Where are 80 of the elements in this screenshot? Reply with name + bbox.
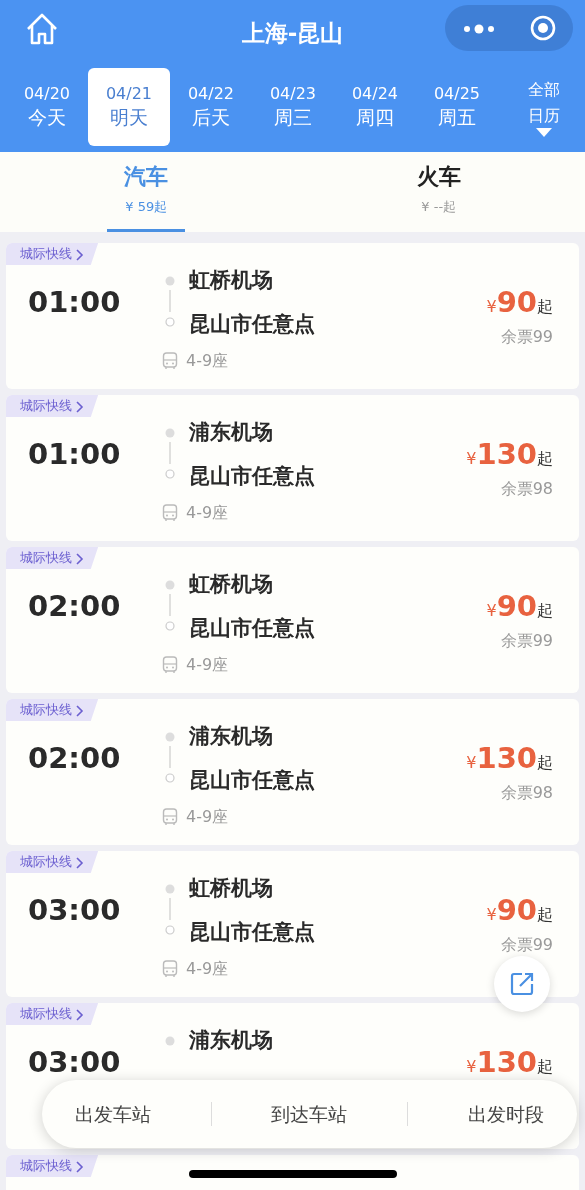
chevron-icon xyxy=(76,248,85,261)
bus-icon xyxy=(162,808,178,826)
close-icon[interactable] xyxy=(528,14,557,42)
seat-count: 4-9座 xyxy=(186,502,229,524)
date-tab[interactable]: 04/21 明天 xyxy=(88,68,170,146)
trip-card[interactable]: 城际快线 02:00 浦东机场 昆山市任意点 4-9座 ¥130起 余票98 xyxy=(6,699,579,845)
transport-tab[interactable]: 汽车 ¥ 59起 xyxy=(107,152,186,232)
route-tag[interactable]: 城际快线 xyxy=(6,243,99,265)
chevron-icon xyxy=(76,856,85,869)
origin-stop: 虹桥机场 xyxy=(189,267,273,294)
route-tag[interactable]: 城际快线 xyxy=(6,547,99,569)
filter-button[interactable]: 出发时段 xyxy=(462,1098,551,1130)
transport-tab[interactable]: 火车 ¥ --起 xyxy=(399,152,478,232)
bus-icon xyxy=(162,352,178,370)
departure-time: 02:00 xyxy=(28,588,121,625)
departure-time: 03:00 xyxy=(28,1044,121,1081)
route-line-drawing xyxy=(164,883,176,937)
tickets-left: 余票99 xyxy=(500,326,553,348)
route-tag[interactable]: 城际快线 xyxy=(6,395,99,417)
bus-icon xyxy=(162,504,178,522)
seat-count: 4-9座 xyxy=(186,350,229,372)
caret-icon xyxy=(536,128,552,138)
route-line-drawing xyxy=(164,731,176,785)
origin-stop: 浦东机场 xyxy=(189,723,273,750)
route-line-drawing xyxy=(164,275,176,329)
route-tag[interactable]: 城际快线 xyxy=(6,1155,99,1177)
chevron-icon xyxy=(76,1008,85,1021)
date-tab[interactable]: 04/23 周三 xyxy=(252,68,334,146)
departure-time: 02:00 xyxy=(28,740,121,777)
chevron-icon xyxy=(76,1160,85,1173)
route-tag[interactable]: 城际快线 xyxy=(6,699,99,721)
departure-time: 01:00 xyxy=(28,436,121,473)
bus-icon xyxy=(162,656,178,674)
trip-card[interactable]: 城际快线 01:00 浦东机场 昆山市任意点 4-9座 ¥130起 余票98 xyxy=(6,395,579,541)
departure-time: 03:00 xyxy=(28,892,121,929)
ticket-price: ¥90起 xyxy=(486,284,553,321)
destination-stop: 昆山市任意点 xyxy=(189,311,315,338)
calendar-button[interactable]: 全部 日历 xyxy=(509,75,579,139)
ticket-price: ¥90起 xyxy=(486,892,553,929)
chevron-icon xyxy=(76,704,85,717)
trip-card[interactable]: 城际快线 02:00 虹桥机场 昆山市任意点 4-9座 ¥90起 余票99 xyxy=(6,547,579,693)
ticket-price: ¥130起 xyxy=(466,1044,553,1081)
ticket-price: ¥130起 xyxy=(466,436,553,473)
route-line-drawing xyxy=(164,1035,176,1046)
tickets-left: 余票99 xyxy=(500,934,553,956)
date-tab[interactable]: 04/20 今天 xyxy=(6,68,88,146)
origin-stop: 浦东机场 xyxy=(189,419,273,446)
filter-button[interactable]: 出发车站 xyxy=(68,1098,157,1130)
route-tag[interactable]: 城际快线 xyxy=(6,1003,99,1025)
seat-count: 4-9座 xyxy=(186,654,229,676)
filter-button[interactable]: 到达车站 xyxy=(265,1098,354,1130)
ticket-price: ¥130起 xyxy=(466,740,553,777)
ticket-price: ¥90起 xyxy=(486,588,553,625)
departure-time: 01:00 xyxy=(28,284,121,321)
chevron-icon xyxy=(76,400,85,413)
date-tab[interactable]: 04/22 后天 xyxy=(170,68,252,146)
route-line-drawing xyxy=(164,427,176,481)
destination-stop: 昆山市任意点 xyxy=(189,463,315,490)
date-tab[interactable]: 04/24 周四 xyxy=(334,68,416,146)
seat-count: 4-9座 xyxy=(186,958,229,980)
tickets-left: 余票98 xyxy=(500,478,553,500)
origin-stop: 浦东机场 xyxy=(189,1027,273,1054)
bus-icon xyxy=(162,960,178,978)
route-line-drawing xyxy=(164,579,176,633)
date-tab[interactable]: 04/25 周五 xyxy=(416,68,498,146)
route-tag[interactable]: 城际快线 xyxy=(6,851,99,873)
origin-stop: 虹桥机场 xyxy=(189,571,273,598)
tickets-left: 余票98 xyxy=(500,782,553,804)
share-icon xyxy=(508,970,536,998)
origin-stop: 虹桥机场 xyxy=(189,875,273,902)
destination-stop: 昆山市任意点 xyxy=(189,615,315,642)
tickets-left: 余票99 xyxy=(500,630,553,652)
trip-card[interactable]: 城际快线 xyxy=(6,1155,579,1190)
destination-stop: 昆山市任意点 xyxy=(189,919,315,946)
destination-stop: 昆山市任意点 xyxy=(189,767,315,794)
trip-card[interactable]: 城际快线 01:00 虹桥机场 昆山市任意点 4-9座 ¥90起 余票99 xyxy=(6,243,579,389)
window-title: 上海-昆山 xyxy=(241,18,344,48)
trip-card[interactable]: 城际快线 03:00 虹桥机场 昆山市任意点 4-9座 ¥90起 余票99 xyxy=(6,851,579,997)
seat-count: 4-9座 xyxy=(186,806,229,828)
chevron-icon xyxy=(76,552,85,565)
